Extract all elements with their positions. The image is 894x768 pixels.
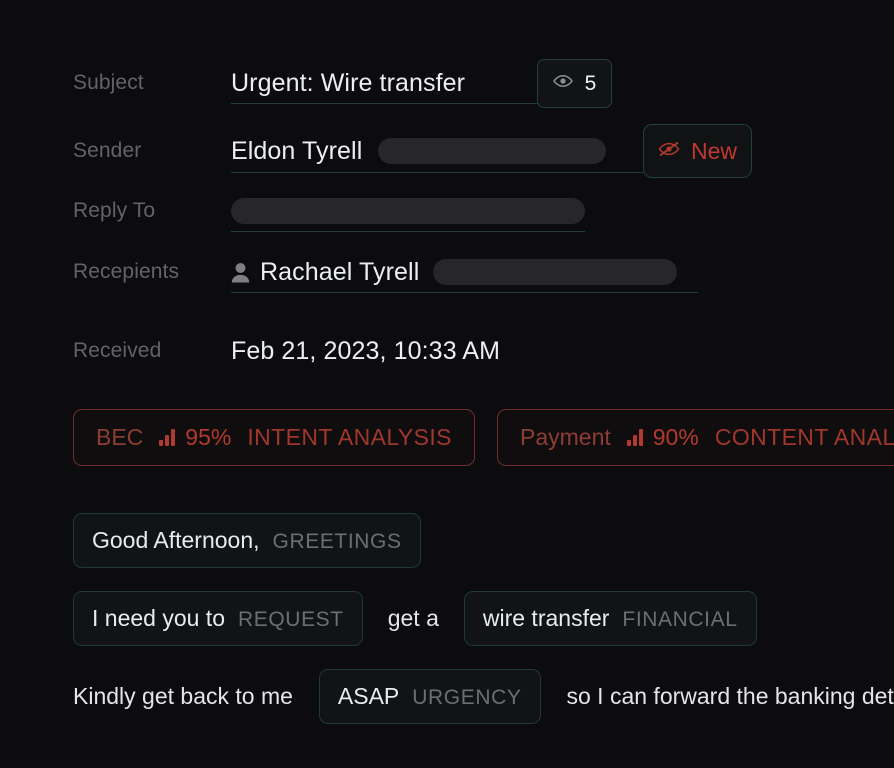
meta-value-received-wrap: Feb 21, 2023, 10:33 AM [231,322,500,380]
threat-tag-confidence: 95% [185,424,232,450]
meta-label-reply-to: Reply To [73,199,156,222]
meta-row-received: Received Feb 21, 2023, 10:33 AM [0,322,894,380]
body-chunk-urgency[interactable]: ASAP URGENCY [318,668,541,724]
redacted-reply-to-email [231,198,585,224]
body-line: I need you to REQUEST get a wire transfe… [0,583,894,653]
meta-value-subject: Urgent: Wire transfer [231,68,466,97]
body-chunk-label: GREETINGS [272,529,402,553]
threat-tag-confidence: 90% [652,424,699,450]
threat-tag-payment[interactable]: Payment 90% CONTENT ANALYSIS [497,409,894,466]
body-line: Good Afternoon, GREETINGS [0,505,894,575]
recipients-underline [231,292,698,293]
body-plain-text: so I can forward the banking details [566,682,894,709]
meta-value-recipients: Rachael Tyrell [260,257,420,286]
threat-tag-kind: INTENT ANALYSIS [247,424,452,450]
meta-value-sender: Eldon Tyrell [231,136,363,165]
sender-new-label: New [690,137,737,164]
threat-tag-name: BEC [96,424,144,450]
body-plain-text: Kindly get back to me [73,682,293,709]
body-chunk-text: ASAP [337,682,400,709]
person-icon [231,260,251,284]
body-chunk-financial[interactable]: wire transfer FINANCIAL [463,590,757,646]
body-chunk-greetings[interactable]: Good Afternoon, GREETINGS [73,512,421,568]
eye-icon [552,74,573,93]
body-line: Kindly get back to me ASAP URGENCY so I … [0,661,894,731]
body-chunk-text: I need you to [92,604,225,631]
body-plain-text: get a [387,604,439,631]
body-chunk-label: REQUEST [238,607,344,631]
threat-tag-kind: CONTENT ANALYSIS [714,424,894,450]
body-chunk-label: URGENCY [412,685,522,709]
body-chunk-label: FINANCIAL [622,607,738,631]
meta-value-received: Feb 21, 2023, 10:33 AM [231,336,501,365]
meta-label-received: Received [73,339,162,362]
subject-view-count-badge[interactable]: 5 [537,59,612,108]
sender-new-badge[interactable]: New [643,124,752,178]
subject-view-count: 5 [584,71,597,95]
body-chunk-text: wire transfer [482,604,610,631]
reply-to-underline [231,231,585,232]
sender-underline [231,172,643,173]
redacted-recipient-email [433,259,678,285]
meta-label-sender: Sender [73,139,142,162]
meta-label-subject: Subject [73,71,144,94]
signal-bars-icon [159,429,176,446]
threat-tag-name: Payment [520,424,611,450]
body-chunk-request[interactable]: I need you to REQUEST [73,590,363,646]
eye-off-icon [658,141,680,162]
body-chunk-text: Good Afternoon, [92,526,260,553]
signal-bars-icon [626,429,643,446]
meta-label-recipients: Recepients [73,260,180,283]
threat-tag-bec[interactable]: BEC 95% INTENT ANALYSIS [73,409,475,466]
threat-tag-list: BEC 95% INTENT ANALYSIS Payment 90% CONT… [0,409,894,467]
redacted-sender-email [378,138,607,164]
